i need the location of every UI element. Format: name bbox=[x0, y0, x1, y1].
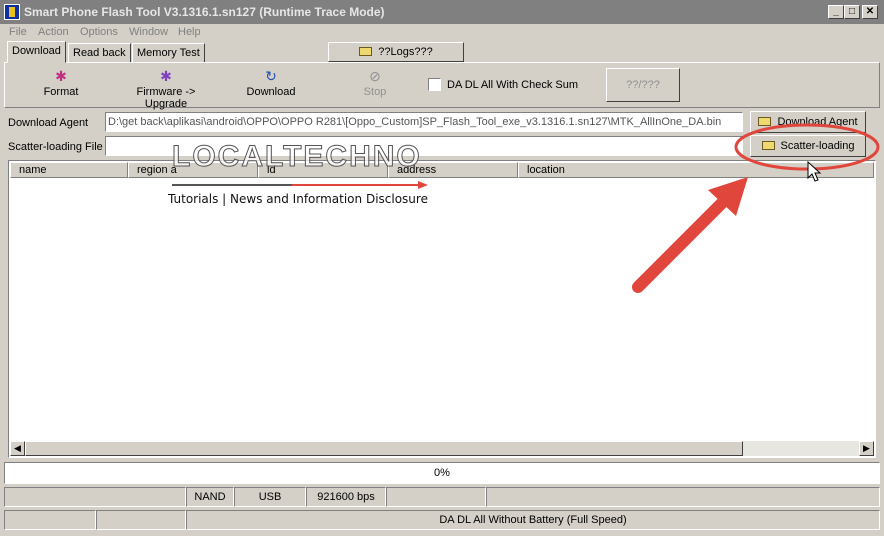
minimize-button[interactable]: _ bbox=[828, 5, 844, 19]
menu-help[interactable]: Help bbox=[178, 26, 201, 38]
menu-window[interactable]: Window bbox=[129, 26, 168, 38]
watermark-subtitle: Tutorials | News and Information Disclos… bbox=[168, 192, 428, 206]
horizontal-scrollbar[interactable]: ◀ ▶ bbox=[10, 441, 874, 456]
firmware-upgrade-icon: ✱ bbox=[160, 68, 172, 84]
checksum-checkbox-label: DA DL All With Check Sum bbox=[447, 79, 579, 91]
status-storage: NAND bbox=[186, 487, 234, 507]
app-icon bbox=[4, 4, 20, 20]
scroll-left-icon[interactable]: ◀ bbox=[10, 441, 25, 456]
format-button[interactable]: ✱ Format bbox=[42, 68, 80, 98]
download-agent-field[interactable]: D:\get back\aplikasi\android\OPPO\OPPO R… bbox=[105, 112, 743, 132]
status-cell-empty bbox=[96, 510, 186, 530]
folder-icon bbox=[761, 141, 775, 150]
status-cell-empty bbox=[486, 487, 880, 507]
status-mode: DA DL All Without Battery (Full Speed) bbox=[186, 510, 880, 530]
menu-action[interactable]: Action bbox=[38, 26, 69, 38]
tab-download[interactable]: Download bbox=[7, 41, 66, 63]
menu-options[interactable]: Options bbox=[80, 26, 118, 38]
scroll-thumb[interactable] bbox=[25, 441, 743, 456]
status-cell-empty bbox=[4, 510, 96, 530]
tab-read-back[interactable]: Read back bbox=[68, 43, 131, 63]
firmware-upgrade-button[interactable]: ✱ Firmware -> Upgrade bbox=[114, 68, 218, 110]
status-baud: 921600 bps bbox=[306, 487, 386, 507]
logs-button[interactable]: ??Logs??? bbox=[328, 42, 464, 62]
column-name[interactable]: name bbox=[10, 162, 128, 178]
watermark: LOCALTECHNO Tutorials | News and Informa… bbox=[168, 140, 438, 210]
progress-bar: 0% bbox=[4, 462, 880, 484]
status-cell-empty bbox=[386, 487, 486, 507]
question-button[interactable]: ??/??? bbox=[606, 68, 680, 102]
scatter-loading-label: Scatter-loading File bbox=[8, 141, 103, 153]
menu-file[interactable]: File bbox=[9, 26, 27, 38]
stop-button[interactable]: ⊘ Stop bbox=[360, 68, 390, 98]
maximize-button[interactable]: □ bbox=[844, 5, 860, 19]
download-button[interactable]: ↻ Download bbox=[244, 68, 298, 98]
folder-icon bbox=[359, 47, 373, 56]
menu-bar: File Action Options Window Help bbox=[0, 24, 884, 42]
stop-icon: ⊘ bbox=[369, 68, 381, 84]
scatter-loading-button[interactable]: Scatter-loading bbox=[750, 135, 866, 157]
partition-list[interactable]: name region a ld address location ◀ ▶ bbox=[8, 160, 876, 458]
checksum-checkbox[interactable] bbox=[428, 78, 441, 91]
download-icon: ↻ bbox=[265, 68, 277, 84]
download-agent-label: Download Agent bbox=[8, 117, 89, 129]
folder-icon bbox=[758, 117, 772, 126]
watermark-title: LOCALTECHNO bbox=[172, 140, 422, 174]
window-title: Smart Phone Flash Tool V3.1316.1.sn127 (… bbox=[24, 5, 385, 19]
tab-memory-test[interactable]: Memory Test bbox=[132, 43, 205, 63]
scroll-right-icon[interactable]: ▶ bbox=[859, 441, 874, 456]
status-connection: USB bbox=[234, 487, 306, 507]
status-cell-empty bbox=[4, 487, 186, 507]
title-bar: Smart Phone Flash Tool V3.1316.1.sn127 (… bbox=[0, 0, 884, 24]
close-button[interactable]: ✕ bbox=[862, 5, 878, 19]
download-agent-button[interactable]: Download Agent bbox=[750, 111, 866, 133]
column-location[interactable]: location bbox=[518, 162, 874, 178]
format-icon: ✱ bbox=[55, 68, 67, 84]
